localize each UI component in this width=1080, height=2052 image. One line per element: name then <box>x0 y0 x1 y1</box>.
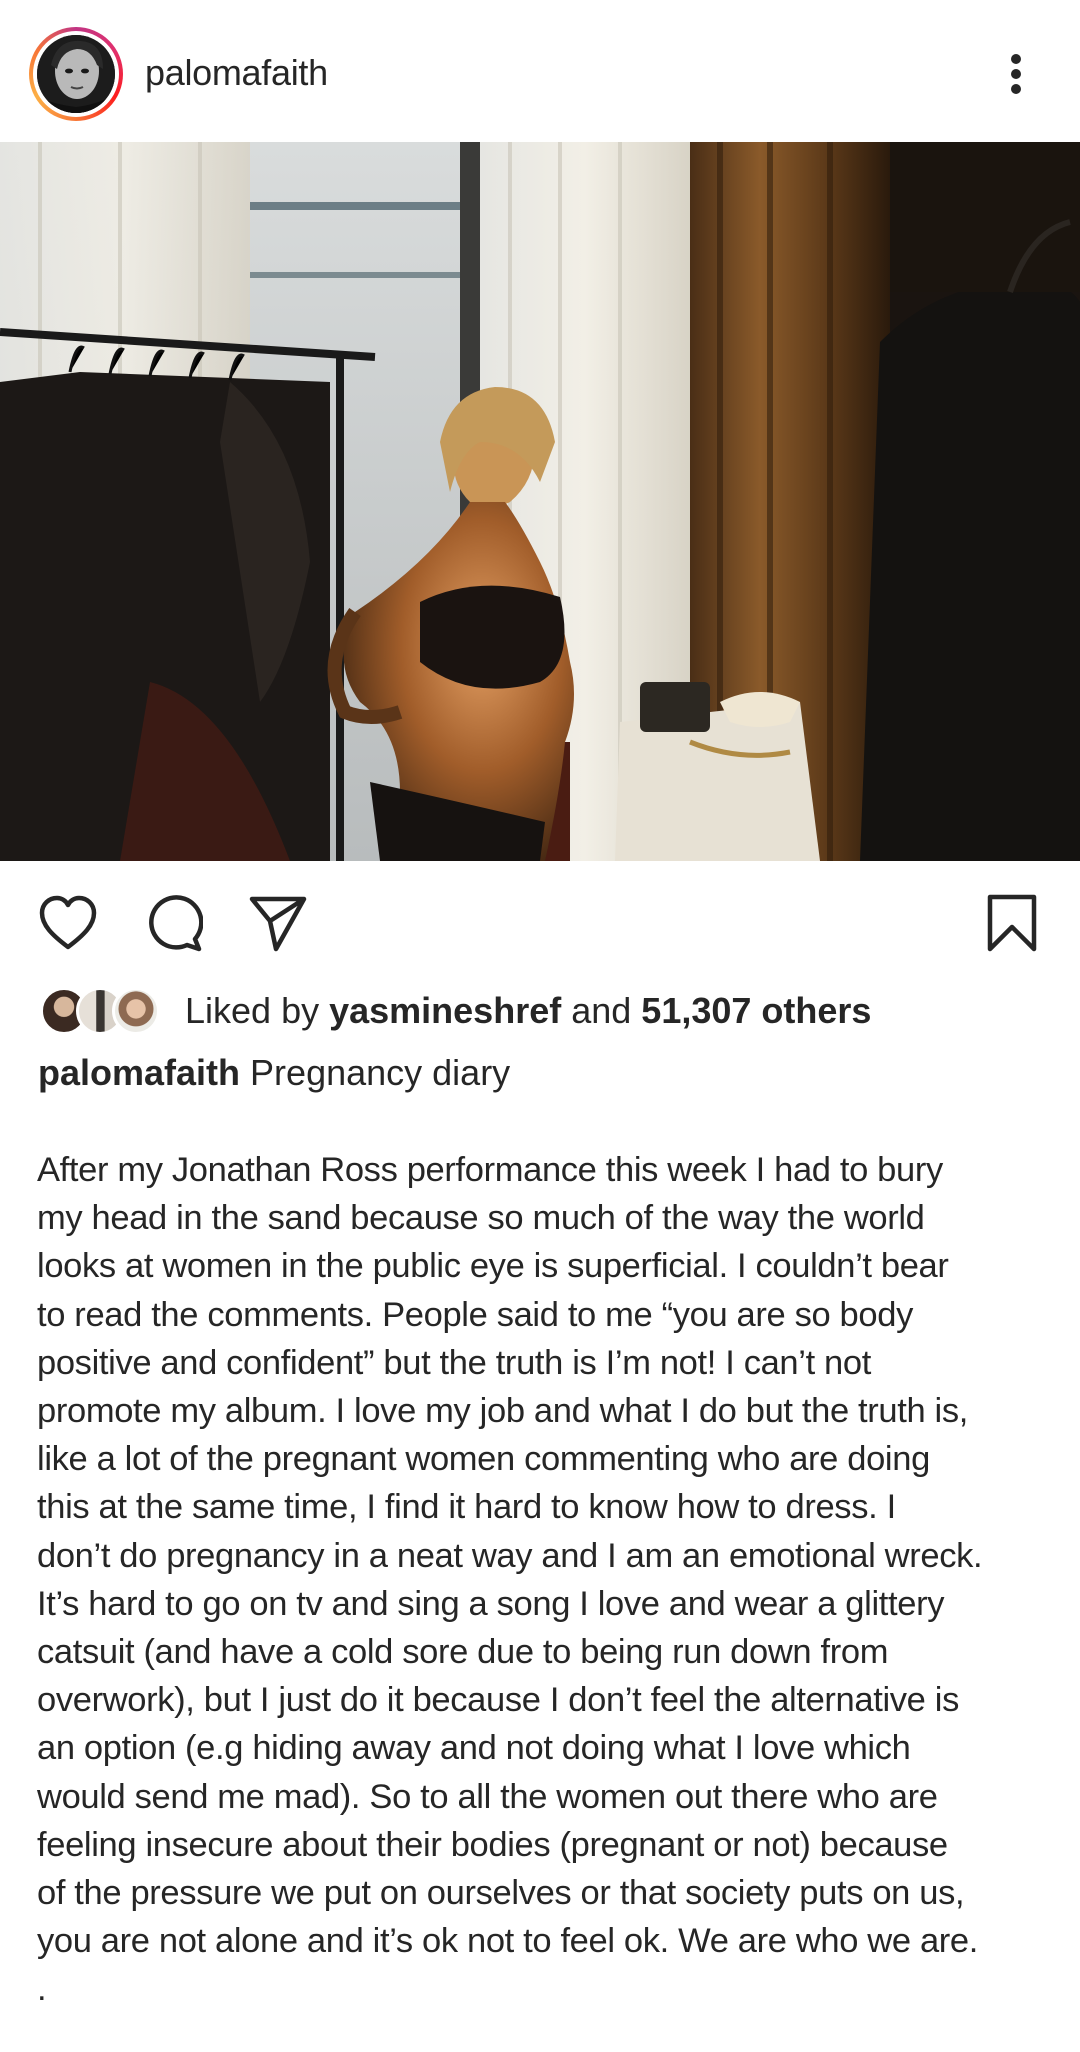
comment-button[interactable] <box>143 893 203 953</box>
profile-avatar[interactable] <box>37 35 115 113</box>
caption-line: you are not alone and it’s ok not to fee… <box>37 1922 978 1961</box>
story-ring[interactable] <box>29 27 123 121</box>
caption-line: an option (e.g hiding away and not doing… <box>37 1729 911 1768</box>
caption-line: my head in the sand because so much of t… <box>37 1199 925 1238</box>
caption-line: to read the comments. People said to me … <box>37 1295 913 1334</box>
likes-count[interactable]: 51,307 others <box>641 990 871 1031</box>
caption-line: It’s hard to go on tv and sing a song I … <box>37 1584 945 1623</box>
caption-line: would send me mad). So to all the women … <box>37 1777 938 1816</box>
caption-line: . <box>37 1970 47 2009</box>
caption-header: palomafaith Pregnancy diary <box>38 1050 510 1096</box>
heart-icon <box>39 895 97 950</box>
caption-line: of the pressure we put on ourselves or t… <box>37 1874 965 1913</box>
share-button[interactable] <box>248 893 308 953</box>
bookmark-icon <box>987 894 1037 952</box>
caption-line: like a lot of the pregnant women comment… <box>37 1440 930 1479</box>
liker-avatars[interactable] <box>40 987 170 1037</box>
post-action-bar <box>0 861 1080 979</box>
liker-avatar <box>112 987 160 1035</box>
liker-username[interactable]: yasmineshref <box>329 990 561 1031</box>
post-header: palomafaith <box>0 0 1080 142</box>
caption-line: After my Jonathan Ross performance this … <box>37 1151 943 1189</box>
caption-line: don’t do pregnancy in a neat way and I a… <box>37 1536 983 1575</box>
more-options-button[interactable] <box>995 44 1037 104</box>
caption-line: catsuit (and have a cold sore due to bei… <box>37 1633 889 1672</box>
comment-icon <box>149 895 203 952</box>
likes-row: Liked by yasmineshref and 51,307 others <box>40 982 1040 1042</box>
send-icon <box>249 896 307 952</box>
caption-line: overwork), but I just do it because I do… <box>37 1681 959 1720</box>
caption-text: After my Jonathan Ross performance this … <box>37 1146 1057 2014</box>
caption-title: Pregnancy diary <box>250 1052 511 1093</box>
caption-line: promote my album. I love my job and what… <box>37 1392 968 1431</box>
caption-line: looks at women in the public eye is supe… <box>37 1247 949 1286</box>
post-photo[interactable] <box>0 142 1080 861</box>
likes-summary[interactable]: Liked by yasmineshref and 51,307 others <box>185 988 871 1034</box>
caption-line: positive and confident” but the truth is… <box>37 1343 871 1382</box>
save-button[interactable] <box>982 893 1042 953</box>
post-username[interactable]: palomafaith <box>145 50 328 96</box>
more-vertical-icon <box>1011 54 1021 64</box>
pregnancy-photo <box>0 142 1080 861</box>
caption-username[interactable]: palomafaith <box>38 1052 240 1093</box>
caption-line: this at the same time, I find it hard to… <box>37 1488 896 1527</box>
like-button[interactable] <box>38 893 98 953</box>
caption-line: feeling insecure about their bodies (pre… <box>37 1825 948 1864</box>
